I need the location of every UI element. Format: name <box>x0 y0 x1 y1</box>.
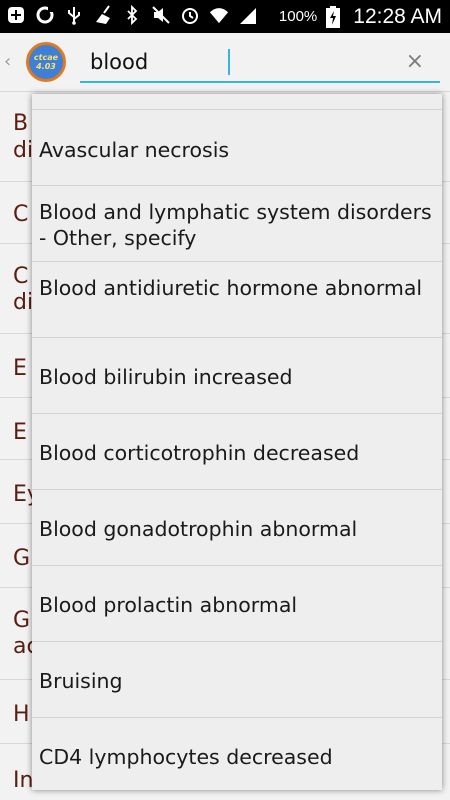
action-bar: ‹ ctcae 4.03 × <box>0 33 450 91</box>
sync-icon <box>35 5 55 25</box>
suggestion-item[interactable]: Blood prolactin abnormal <box>32 566 442 642</box>
battery-charging-icon <box>323 5 343 28</box>
suggestion-item[interactable]: Bruising <box>32 642 442 718</box>
back-chevron-icon[interactable]: ‹ <box>4 51 11 72</box>
logo-text-top: ctcae <box>33 53 59 62</box>
cleaner-icon <box>93 5 113 25</box>
list-item-label: di <box>13 138 34 163</box>
list-item-label: C <box>13 264 29 289</box>
suggestion-item[interactable]: Blood corticotrophin decreased <box>32 414 442 490</box>
suggestion-label: Blood antidiuretic hormone abnormal <box>39 276 423 300</box>
app-logo[interactable]: ctcae 4.03 <box>26 42 66 82</box>
mute-icon <box>151 5 171 25</box>
suggestion-item[interactable]: CD4 lymphocytes decreased <box>32 718 442 790</box>
suggestion-label: Bruising <box>39 669 123 693</box>
search-input[interactable] <box>90 47 390 77</box>
list-item-label: E <box>13 356 27 381</box>
suggestion-item[interactable]: Blood gonadotrophin abnormal <box>32 490 442 566</box>
list-item-label: In <box>13 768 34 793</box>
suggestion-item[interactable]: Avascular necrosis <box>32 110 442 186</box>
status-right: 100% 12:28 AM <box>279 0 442 33</box>
autocomplete-dropdown: Avascular necrosis Blood and lymphatic s… <box>32 94 442 790</box>
list-item-label: H <box>13 702 30 727</box>
dropdown-clipped-item[interactable] <box>32 94 442 110</box>
suggestion-item[interactable]: Blood antidiuretic hormone abnormal <box>32 262 442 338</box>
suggestion-label: CD4 lymphocytes decreased <box>39 745 333 769</box>
suggestion-label: Blood gonadotrophin abnormal <box>39 517 358 541</box>
suggestion-label: Blood prolactin abnormal <box>39 593 298 617</box>
bluetooth-icon <box>122 5 142 25</box>
clock: 12:28 AM <box>353 4 442 28</box>
alarm-icon <box>180 5 200 25</box>
list-item-label: di <box>13 290 34 315</box>
list-item-label: G <box>13 608 31 633</box>
signal-icon <box>238 5 258 25</box>
notification-icons <box>6 5 258 25</box>
suggestion-label: Blood and lymphatic system disorders - O… <box>39 200 432 250</box>
status-bar: 100% 12:28 AM <box>0 0 450 33</box>
logo-text-bottom: 4.03 <box>36 62 56 71</box>
suggestion-label: Blood corticotrophin decreased <box>39 441 360 465</box>
list-item-label: B <box>13 111 29 136</box>
suggestion-label: Blood bilirubin increased <box>39 365 293 389</box>
suggestion-item[interactable]: Blood bilirubin increased <box>32 338 442 414</box>
wifi-icon <box>209 5 229 25</box>
list-item-label: G <box>13 546 31 571</box>
screen: 100% 12:28 AM ‹ ctcae 4.03 × B di C C <box>0 0 450 800</box>
add-icon <box>6 5 26 25</box>
suggestion-item[interactable]: Blood and lymphatic system disorders - O… <box>32 186 442 262</box>
search-box[interactable]: × <box>80 41 440 83</box>
usb-icon <box>64 5 84 25</box>
clear-icon[interactable]: × <box>406 49 424 74</box>
list-item-label: C <box>13 202 29 227</box>
list-item-label: E <box>13 420 27 445</box>
battery-percent: 100% <box>278 8 318 25</box>
text-cursor <box>228 49 230 75</box>
suggestion-label: Avascular necrosis <box>39 138 230 162</box>
